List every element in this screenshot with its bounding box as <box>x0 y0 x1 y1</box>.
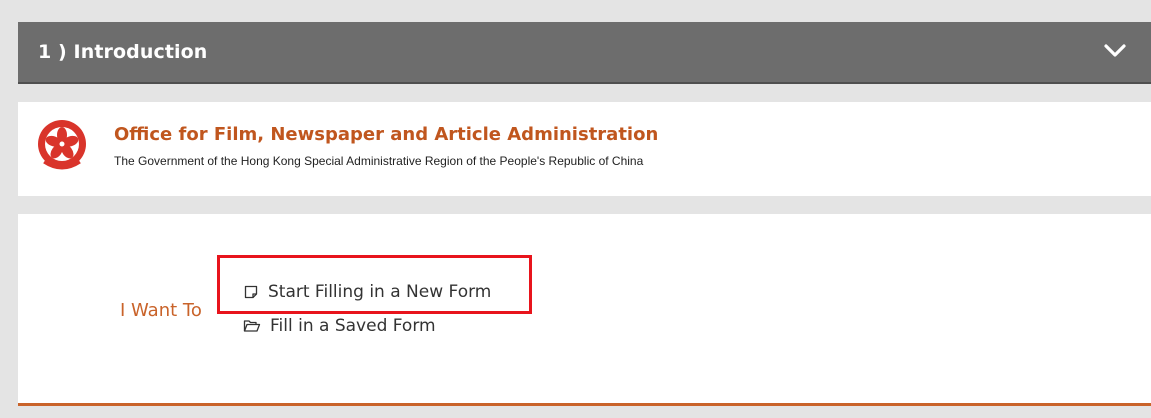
note-icon <box>244 285 258 299</box>
fill-saved-form-link[interactable]: Fill in a Saved Form <box>243 316 436 336</box>
action-panel: I Want To Start Filling in a New Form Fi… <box>18 214 1151 406</box>
fill-saved-form-label: Fill in a Saved Form <box>270 316 436 336</box>
start-new-form-link[interactable]: Start Filling in a New Form <box>243 282 491 302</box>
agency-header: Office for Film, Newspaper and Article A… <box>18 102 1151 196</box>
start-new-form-label: Start Filling in a New Form <box>268 282 492 302</box>
hksar-emblem-icon <box>38 120 86 170</box>
i-want-to-label: I Want To <box>120 300 202 321</box>
agency-name: Office for Film, Newspaper and Article A… <box>114 124 659 145</box>
section-title: 1 ) Introduction <box>38 41 208 63</box>
chevron-down-icon[interactable] <box>1103 42 1127 60</box>
section-header-introduction[interactable]: 1 ) Introduction <box>18 22 1151 84</box>
agency-subtitle: The Government of the Hong Kong Special … <box>114 154 644 168</box>
folder-open-icon <box>243 320 261 332</box>
